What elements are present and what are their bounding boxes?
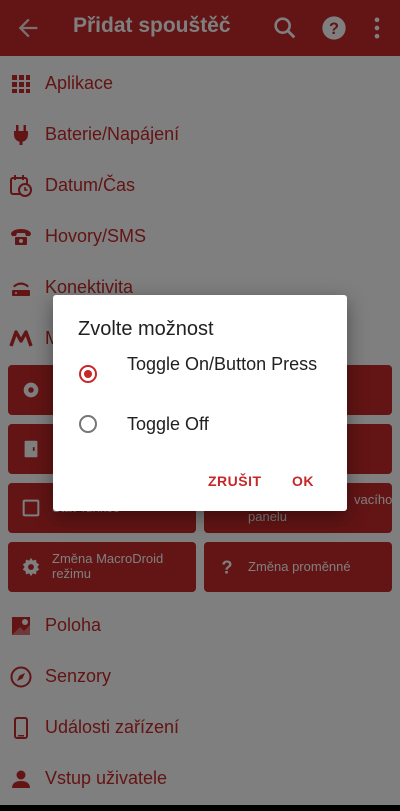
cancel-button[interactable]: ZRUŠIT <box>208 473 262 489</box>
option-toggle-off[interactable]: Toggle Off <box>73 413 333 439</box>
radio-unselected-icon[interactable] <box>79 415 97 433</box>
radio-selected-icon[interactable] <box>79 365 97 383</box>
option-label: Toggle On/Button Press <box>127 354 318 374</box>
dialog-title: Zvolte možnost <box>78 318 214 340</box>
choose-option-dialog: Zvolte možnost Toggle On/Button Press To… <box>53 295 347 511</box>
ok-button[interactable]: OK <box>292 473 314 489</box>
option-toggle-on[interactable]: Toggle On/Button Press <box>73 353 333 401</box>
system-nav-bar <box>0 805 400 811</box>
option-label: Toggle Off <box>127 414 209 434</box>
